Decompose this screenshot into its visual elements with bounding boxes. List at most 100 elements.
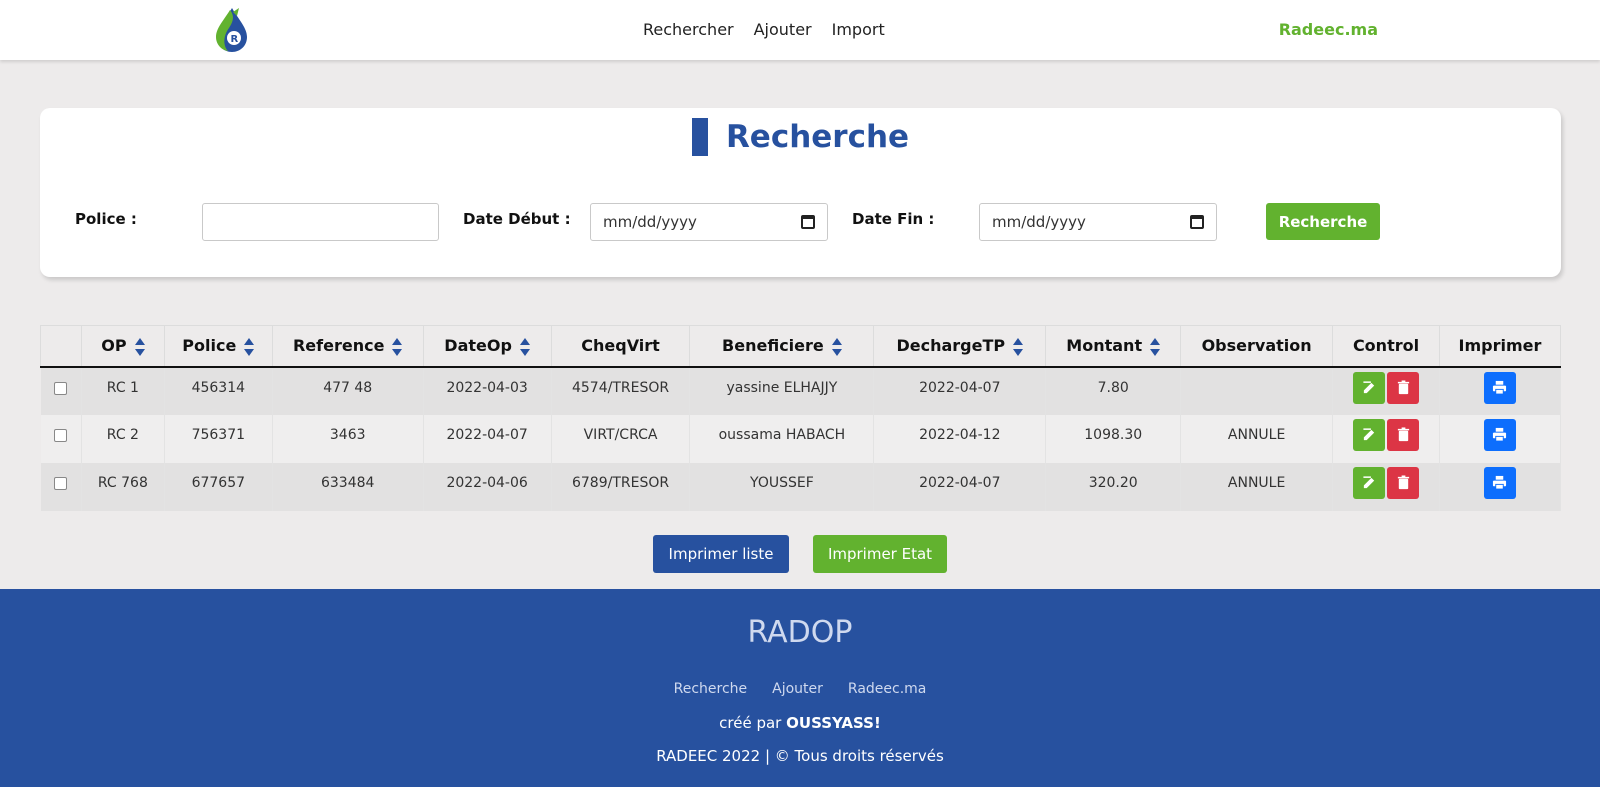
sort-icon[interactable] bbox=[1150, 337, 1161, 356]
edit-icon bbox=[1362, 476, 1374, 489]
footer-credit: créé par OUSSYASS! bbox=[0, 714, 1600, 732]
police-label: Police : bbox=[75, 210, 137, 228]
print-row-button[interactable] bbox=[1483, 418, 1516, 451]
header-op[interactable]: OP bbox=[80, 325, 165, 368]
printer-icon bbox=[1493, 475, 1507, 490]
search-card: Recherche Police : Date Début : mm/dd/yy… bbox=[40, 108, 1561, 277]
footer-link-radeec[interactable]: Radeec.ma bbox=[848, 681, 926, 697]
footer-link-ajouter[interactable]: Ajouter bbox=[772, 681, 823, 697]
cell-control bbox=[1332, 414, 1440, 463]
header-dateop[interactable]: DateOp bbox=[422, 325, 552, 368]
date-debut-label: Date Début : bbox=[463, 210, 571, 228]
edit-icon bbox=[1362, 381, 1374, 394]
table-row: RC 1 456314 477 48 2022-04-03 4574/TRESO… bbox=[40, 366, 1562, 415]
edit-button[interactable] bbox=[1353, 371, 1386, 404]
cell-montant: 1098.30 bbox=[1045, 414, 1182, 463]
trash-icon bbox=[1397, 475, 1409, 490]
footer-links: Recherche Ajouter Radeec.ma bbox=[0, 681, 1600, 697]
print-list-button[interactable]: Imprimer liste bbox=[653, 535, 789, 573]
cell-dechargetp: 2022-04-07 bbox=[873, 462, 1047, 511]
delete-button[interactable] bbox=[1387, 466, 1420, 499]
nav-ajouter[interactable]: Ajouter bbox=[754, 20, 812, 39]
cell-imprimer bbox=[1439, 414, 1562, 463]
cell-dateop: 2022-04-03 bbox=[423, 366, 552, 415]
trash-icon bbox=[1397, 427, 1409, 442]
search-title: Recherche bbox=[725, 119, 910, 155]
date-fin-label: Date Fin : bbox=[852, 210, 935, 228]
cell-op: RC 1 bbox=[81, 366, 165, 415]
table-row: RC 2 756371 3463 2022-04-07 VIRT/CRCA ou… bbox=[40, 414, 1562, 463]
search-card-header: Recherche bbox=[40, 118, 1561, 156]
cell-cheqvirt: 6789/TRESOR bbox=[551, 462, 691, 511]
cell-beneficiere: YOUSSEF bbox=[689, 462, 875, 511]
footer: RADOP Recherche Ajouter Radeec.ma créé p… bbox=[0, 589, 1600, 787]
sort-icon[interactable] bbox=[1013, 337, 1024, 356]
footer-link-recherche[interactable]: Recherche bbox=[674, 681, 748, 697]
trash-icon bbox=[1397, 380, 1409, 395]
print-row-button[interactable] bbox=[1483, 371, 1516, 404]
edit-button[interactable] bbox=[1353, 466, 1386, 499]
row-checkbox[interactable] bbox=[54, 476, 68, 490]
cell-beneficiere: yassine ELHAJJY bbox=[689, 366, 875, 415]
header-montant[interactable]: Montant bbox=[1045, 325, 1182, 368]
cell-police: 677657 bbox=[164, 462, 273, 511]
printer-icon bbox=[1493, 427, 1507, 442]
operations-table: OP Police Reference DateOp CheqVirt Bene… bbox=[40, 325, 1562, 511]
nav-rechercher[interactable]: Rechercher bbox=[643, 20, 734, 39]
header-cheqvirt: CheqVirt bbox=[550, 325, 691, 368]
date-fin-input[interactable]: mm/dd/yyyy bbox=[979, 203, 1217, 241]
cell-cheqvirt: 4574/TRESOR bbox=[551, 366, 691, 415]
date-fin-placeholder: mm/dd/yyyy bbox=[992, 213, 1086, 231]
cell-control bbox=[1332, 462, 1440, 511]
header-reference[interactable]: Reference bbox=[271, 325, 424, 368]
edit-button[interactable] bbox=[1353, 418, 1386, 451]
header-beneficiere[interactable]: Beneficiere bbox=[689, 325, 875, 368]
cell-beneficiere: oussama HABACH bbox=[689, 414, 875, 463]
delete-button[interactable] bbox=[1387, 371, 1420, 404]
cell-montant: 7.80 bbox=[1045, 366, 1182, 415]
sort-icon[interactable] bbox=[519, 337, 530, 356]
cell-op: RC 2 bbox=[81, 414, 165, 463]
title-accent-bar bbox=[691, 118, 708, 156]
svg-text:R: R bbox=[231, 34, 239, 45]
calendar-icon[interactable] bbox=[801, 215, 815, 229]
date-debut-input[interactable]: mm/dd/yyyy bbox=[590, 203, 828, 241]
police-input[interactable] bbox=[202, 203, 439, 241]
cell-control bbox=[1332, 366, 1440, 415]
top-navbar: R Rechercher Ajouter Import Radeec.ma bbox=[0, 0, 1600, 60]
cell-police: 456314 bbox=[164, 366, 273, 415]
header-control: Control bbox=[1332, 325, 1440, 368]
row-checkbox[interactable] bbox=[54, 381, 68, 395]
header-dechargetp[interactable]: DechargeTP bbox=[873, 325, 1047, 368]
printer-icon bbox=[1493, 380, 1507, 395]
sort-icon[interactable] bbox=[134, 337, 145, 356]
search-button[interactable]: Recherche bbox=[1266, 203, 1380, 240]
cell-observation: ANNULE bbox=[1180, 462, 1334, 511]
header-select bbox=[40, 325, 82, 368]
cell-reference: 633484 bbox=[272, 462, 424, 511]
calendar-icon[interactable] bbox=[1190, 215, 1204, 229]
cell-observation: ANNULE bbox=[1180, 414, 1334, 463]
footer-title: RADOP bbox=[747, 615, 853, 650]
cell-dateop: 2022-04-06 bbox=[423, 462, 552, 511]
date-debut-placeholder: mm/dd/yyyy bbox=[603, 213, 697, 231]
credit-author: OUSSYASS! bbox=[786, 714, 881, 732]
sort-icon[interactable] bbox=[392, 337, 403, 356]
main-nav: Rechercher Ajouter Import bbox=[643, 20, 885, 39]
edit-icon bbox=[1362, 428, 1374, 441]
radeec-logo[interactable]: R bbox=[213, 6, 251, 54]
nav-import[interactable]: Import bbox=[832, 20, 885, 39]
cell-police: 756371 bbox=[164, 414, 273, 463]
header-police[interactable]: Police bbox=[163, 325, 273, 368]
print-row-button[interactable] bbox=[1483, 466, 1516, 499]
delete-button[interactable] bbox=[1387, 418, 1420, 451]
row-checkbox[interactable] bbox=[54, 428, 68, 442]
sort-icon[interactable] bbox=[831, 337, 842, 356]
cell-dechargetp: 2022-04-12 bbox=[873, 414, 1047, 463]
brand-link[interactable]: Radeec.ma bbox=[1279, 20, 1378, 39]
cell-imprimer bbox=[1439, 462, 1562, 511]
table-row: RC 768 677657 633484 2022-04-06 6789/TRE… bbox=[40, 462, 1562, 511]
print-state-button[interactable]: Imprimer Etat bbox=[813, 535, 947, 573]
header-imprimer: Imprimer bbox=[1438, 325, 1562, 368]
sort-icon[interactable] bbox=[244, 337, 255, 356]
